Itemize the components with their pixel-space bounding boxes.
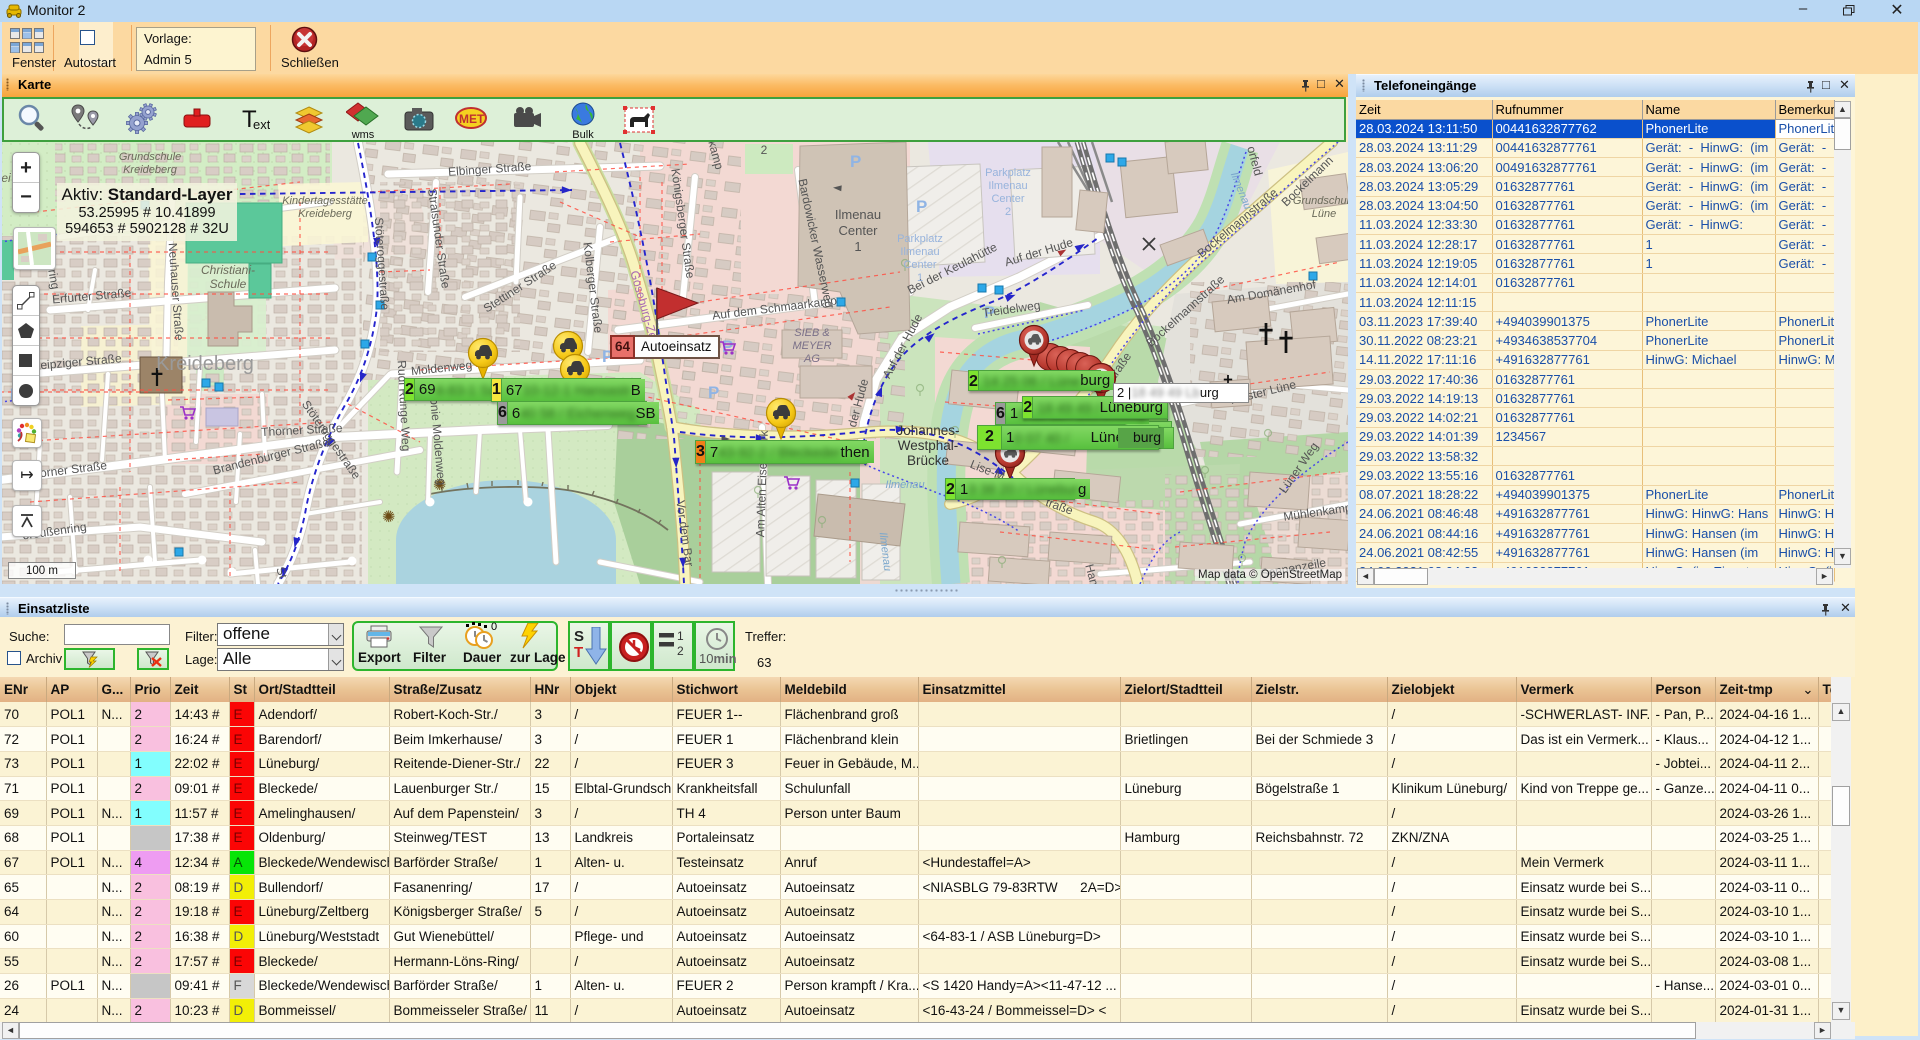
svg-text:Kreideberg: Kreideberg (298, 208, 353, 220)
svg-text:Kreideberg: Kreideberg (123, 164, 178, 176)
svg-text:Schule: Schule (210, 277, 247, 291)
svg-text:Center: Center (991, 193, 1024, 205)
svg-text:AG: AG (803, 353, 820, 365)
svg-text:Ilmenau: Ilmenau (988, 180, 1027, 192)
svg-text:Ilmenau: Ilmenau (900, 246, 939, 258)
svg-text:2: 2 (677, 644, 684, 658)
svg-text:1: 1 (677, 631, 684, 643)
svg-text:Parkplatz: Parkplatz (897, 233, 943, 245)
svg-text:ei: ei (1, 171, 11, 185)
svg-text:Christiani-: Christiani- (201, 263, 255, 277)
svg-text:Kindertagesstätte: Kindertagesstätte (282, 195, 368, 207)
svg-text:P: P (916, 197, 927, 216)
svg-text:Brücke: Brücke (907, 453, 949, 468)
svg-text:P: P (850, 152, 861, 171)
svg-text:Ilmenau: Ilmenau (885, 479, 924, 491)
svg-text:SIEB &: SIEB & (794, 327, 829, 339)
svg-text:2: 2 (1005, 206, 1011, 218)
svg-text:Parkplatz: Parkplatz (985, 167, 1031, 179)
svg-text:Lüne: Lüne (1312, 208, 1336, 220)
svg-text:Grundschule: Grundschule (1293, 195, 1348, 207)
svg-text:Kreideberg: Kreideberg (156, 353, 254, 375)
svg-text:Grundschule: Grundschule (119, 151, 181, 163)
svg-text:1: 1 (854, 239, 861, 254)
svg-text:✺: ✺ (382, 509, 395, 526)
svg-text:Center: Center (838, 223, 878, 238)
svg-text:2: 2 (761, 143, 768, 157)
svg-text:ext: ext (253, 117, 270, 132)
svg-text:MET: MET (459, 112, 485, 126)
svg-text:Ilmenau: Ilmenau (835, 207, 881, 222)
svg-text:0: 0 (491, 622, 497, 633)
svg-text:Westphal-: Westphal- (898, 438, 959, 453)
svg-text:P: P (708, 383, 719, 402)
svg-text:Center: Center (903, 259, 936, 271)
svg-text:Johannes-: Johannes- (896, 423, 959, 438)
svg-text:MEYER: MEYER (792, 340, 831, 352)
